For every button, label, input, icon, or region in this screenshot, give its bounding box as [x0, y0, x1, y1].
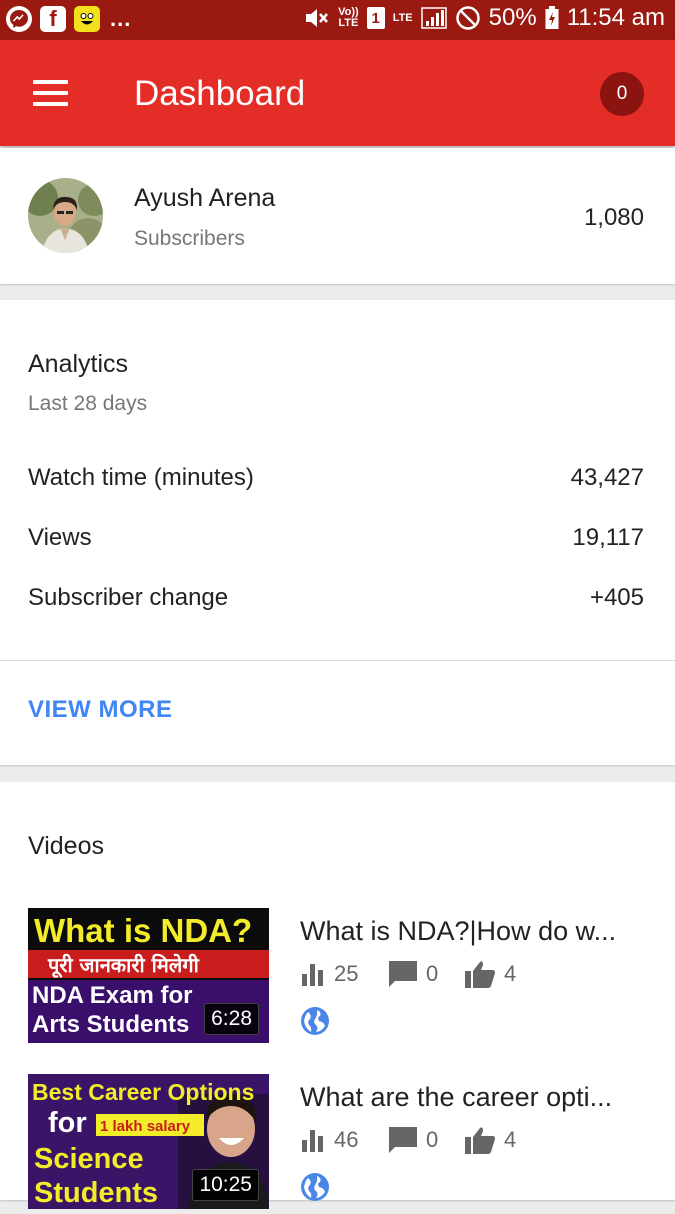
globe-icon: [300, 1006, 330, 1036]
likes-count: 4: [504, 1127, 517, 1152]
video-duration: 6:28: [204, 1003, 259, 1035]
thumbs-up-icon: [465, 961, 495, 988]
facebook-icon: f: [40, 6, 66, 32]
notification-icons: f ...: [6, 6, 131, 32]
menu-icon[interactable]: [33, 80, 69, 106]
clock: 11:54 am: [566, 4, 665, 31]
view-more-button[interactable]: VIEW MORE: [28, 696, 173, 724]
video-thumbnail[interactable]: What is NDA? पूरी जानकारी मिलेगी NDA Exa…: [28, 908, 269, 1043]
system-icons: Vo)) LTE 1 LTE 50% 11:54 am: [304, 4, 665, 32]
globe-icon: [300, 1172, 330, 1202]
thumb-text: for: [48, 1107, 87, 1139]
subscribers-label: Subscribers: [134, 227, 245, 250]
divider: [0, 660, 675, 661]
bar-chart-icon: [302, 1130, 323, 1152]
thumbs-up-icon: [465, 1127, 495, 1154]
battery-percent: 50%: [488, 4, 537, 31]
likes-count: 4: [504, 961, 517, 986]
page-title: Dashboard: [134, 74, 306, 113]
metric-subscriber-change: Subscriber change +405: [28, 584, 644, 612]
comment-icon: [389, 1127, 417, 1153]
metric-value: 19,117: [572, 524, 644, 551]
volte-bottom: LTE: [338, 17, 359, 29]
views-stat: 25: [300, 961, 388, 987]
channel-name: Ayush Arena: [134, 184, 276, 212]
analytics-card: Analytics Last 28 days Watch time (minut…: [0, 300, 675, 765]
likes-stat: 4: [464, 960, 516, 988]
metric-value: +405: [589, 584, 644, 611]
video-item[interactable]: Best Career Options for 1 lakh salary Sc…: [0, 1074, 675, 1214]
comments-stat: 0: [388, 960, 464, 988]
dnd-icon: [455, 6, 480, 30]
metric-label: Watch time (minutes): [28, 464, 254, 491]
video-stats: 25 0 4: [300, 960, 516, 988]
notification-badge[interactable]: 0: [600, 72, 644, 116]
videos-card: Videos What is NDA? पूरी जानकारी मिलेगी …: [0, 782, 675, 1209]
signal-icon: [420, 7, 447, 29]
sim-icon: 1: [366, 7, 385, 29]
comments-count: 0: [426, 961, 439, 986]
views-stat: 46: [300, 1127, 388, 1153]
smiley-app-icon: [74, 6, 100, 32]
metric-views: Views 19,117: [28, 524, 644, 552]
metric-watch-time: Watch time (minutes) 43,427: [28, 464, 644, 492]
analytics-period: Last 28 days: [28, 392, 148, 415]
analytics-title: Analytics: [28, 350, 129, 378]
views-count: 25: [334, 961, 359, 986]
video-stats: 46 0 4: [300, 1126, 516, 1154]
thumb-text: Arts Students: [32, 1011, 189, 1038]
likes-stat: 4: [464, 1126, 516, 1154]
metric-value: 43,427: [570, 464, 644, 491]
metric-label: Subscriber change: [28, 584, 229, 611]
facebook-letter: f: [49, 6, 57, 31]
video-title[interactable]: What is NDA?|How do w...: [300, 916, 645, 947]
thumb-text: Students: [34, 1177, 158, 1209]
lte-indicator: LTE: [392, 11, 413, 24]
thumb-text: 1 lakh salary: [100, 1118, 191, 1135]
battery-icon: [545, 6, 559, 29]
thumb-text: Best Career Options: [32, 1079, 254, 1105]
thumb-text: NDA Exam for: [32, 982, 192, 1009]
volte-indicator: Vo)) LTE: [338, 7, 359, 29]
comment-icon: [389, 961, 417, 987]
thumb-text: Science: [34, 1143, 144, 1175]
video-title[interactable]: What are the career opti...: [300, 1082, 645, 1113]
channel-card[interactable]: Ayush Arena Subscribers 1,080: [0, 148, 675, 284]
more-notifications: ...: [110, 6, 132, 31]
avatar: [28, 178, 103, 253]
video-thumbnail[interactable]: Best Career Options for 1 lakh salary Sc…: [28, 1074, 269, 1209]
video-item[interactable]: What is NDA? पूरी जानकारी मिलेगी NDA Exa…: [0, 908, 675, 1048]
messenger-icon: [6, 6, 32, 32]
app-bar: Dashboard 0: [0, 40, 675, 146]
comments-count: 0: [426, 1127, 439, 1152]
thumb-text: What is NDA?: [34, 912, 252, 949]
video-duration: 10:25: [192, 1169, 259, 1201]
subscribers-count: 1,080: [583, 204, 644, 231]
status-bar: f ... Vo)) LTE 1 LTE 50% 11:54 am: [0, 0, 675, 40]
views-count: 46: [334, 1127, 359, 1152]
thumb-text: पूरी जानकारी मिलेगी: [47, 953, 200, 978]
videos-title: Videos: [28, 832, 104, 860]
bar-chart-icon: [302, 964, 323, 986]
comments-stat: 0: [388, 1126, 464, 1154]
metric-label: Views: [28, 524, 92, 551]
mute-icon: [306, 9, 329, 27]
